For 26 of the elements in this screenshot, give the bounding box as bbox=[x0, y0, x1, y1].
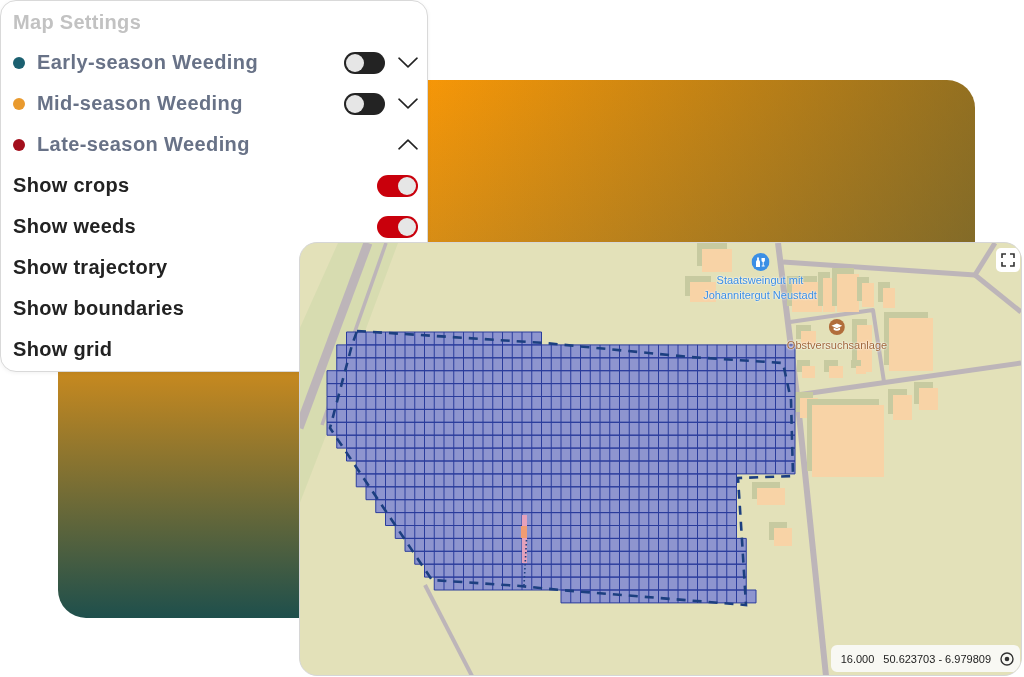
layer-label: Early-season Weeding bbox=[37, 51, 259, 74]
trajectory-line bbox=[521, 515, 528, 586]
locate-icon[interactable] bbox=[1000, 651, 1014, 666]
chevron-down-icon[interactable] bbox=[398, 57, 418, 68]
chevron-down-icon[interactable] bbox=[398, 98, 418, 109]
coordinates-text: 50.623703 - 6.979809 bbox=[883, 652, 991, 665]
place-label: Obstversuchsanlage bbox=[786, 338, 888, 353]
option-label: Show crops bbox=[13, 174, 130, 197]
chevron-up-icon[interactable] bbox=[398, 139, 418, 150]
layer-label: Late-season Weeding bbox=[37, 133, 250, 156]
option-label: Show trajectory bbox=[13, 256, 168, 279]
toggle-switch[interactable] bbox=[377, 215, 418, 238]
fullscreen-icon bbox=[1001, 253, 1015, 267]
toggle-switch[interactable] bbox=[377, 174, 418, 197]
toggle-switch[interactable] bbox=[344, 51, 385, 74]
graduation-cap-icon bbox=[829, 319, 845, 335]
wine-bottle-icon bbox=[751, 253, 769, 271]
panel-title: Map Settings bbox=[13, 10, 142, 35]
option-label: Show weeds bbox=[13, 215, 137, 238]
layer-label: Mid-season Weeding bbox=[37, 92, 243, 115]
option-label: Show boundaries bbox=[13, 297, 185, 320]
option-label: Show grid bbox=[13, 338, 113, 361]
place-label: Staatsweingut mit Johannitergut Neustadt bbox=[702, 273, 818, 303]
zoom-level-text: 16.000 bbox=[840, 652, 875, 665]
fullscreen-button[interactable] bbox=[996, 248, 1020, 272]
toggle-switch[interactable] bbox=[344, 92, 385, 115]
